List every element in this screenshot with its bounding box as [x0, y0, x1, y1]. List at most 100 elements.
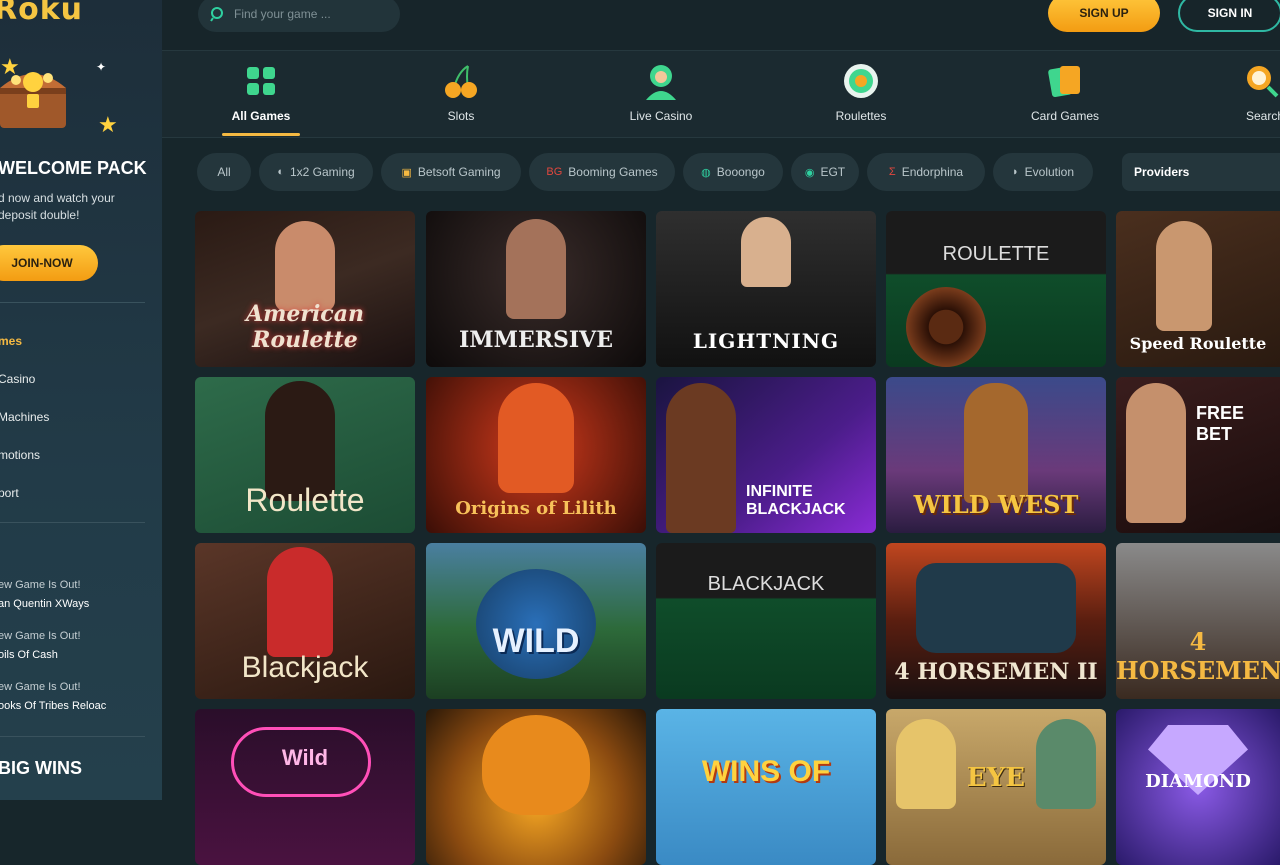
sidebar: Roku ★ ★ ✦ WELCOME PACK d now and watch …	[0, 0, 162, 800]
tab-all-games[interactable]: All Games	[206, 61, 316, 123]
welcome-pack-text: d now and watch your deposit double!	[0, 191, 115, 222]
cards-icon	[1045, 61, 1085, 101]
search-input[interactable]	[234, 7, 384, 21]
sparkle-icon: ★	[98, 112, 118, 137]
tab-slots[interactable]: Slots	[406, 61, 516, 123]
game-title: ROULETTE	[942, 243, 1050, 265]
news-item[interactable]: ew Game Is Out! ooks Of Tribes Reloac	[0, 678, 106, 716]
join-now-button[interactable]: JOIN-NOW	[0, 245, 98, 281]
search-box[interactable]	[198, 0, 400, 32]
game-tile[interactable]: Speed Roulette	[1116, 211, 1280, 367]
chip-all[interactable]: All	[197, 153, 251, 191]
game-tile[interactable]: WILD WEST	[886, 377, 1106, 533]
divider	[0, 522, 145, 523]
news-title: oils Of Cash	[0, 649, 58, 661]
game-tile[interactable]: FREE BET	[1116, 377, 1280, 533]
search-icon	[210, 7, 223, 22]
game-title: American Roulette	[246, 301, 364, 353]
game-tile[interactable]: 4 HORSEMEN	[1116, 543, 1280, 699]
game-tile[interactable]: BLACKJACK	[656, 543, 876, 699]
tab-label: Card Games	[1030, 109, 1100, 123]
sidebar-item-machines[interactable]: Machines	[0, 410, 49, 424]
sparkle-icon: ✦	[96, 60, 107, 74]
tab-label: Slots	[447, 109, 475, 123]
game-tile[interactable]	[426, 709, 646, 865]
game-title: IMMERSIVE	[458, 327, 614, 353]
tiger-figure	[482, 715, 590, 815]
game-tile[interactable]: ROULETTE	[886, 211, 1106, 367]
top-bar: SIGN UP SIGN IN	[162, 0, 1280, 50]
chip-label: Endorphina	[901, 165, 964, 179]
game-tile[interactable]: American Roulette	[195, 211, 415, 367]
chip-betsoft-gaming[interactable]: ▣ Betsoft Gaming	[381, 153, 521, 191]
cherries-icon	[441, 61, 481, 101]
divider	[0, 302, 145, 303]
provider-logo-icon: ◍	[701, 166, 711, 179]
game-tile[interactable]: 4 HORSEMEN II	[886, 543, 1106, 699]
game-title: BLACKJACK	[707, 573, 825, 595]
news-kicker: ew Game Is Out!	[0, 630, 81, 642]
tab-label: Live Casino	[629, 109, 693, 123]
chip-egt[interactable]: ◉ EGT	[791, 153, 859, 191]
category-bar: All Games Slots Live Casino Roulettes Ca…	[162, 50, 1280, 138]
game-title: WILD WEST	[913, 490, 1079, 519]
sidebar-item-promotions[interactable]: motions	[0, 448, 40, 462]
providers-dropdown[interactable]: Providers	[1122, 153, 1280, 191]
big-wins-title: BIG WINS	[0, 758, 82, 778]
search-icon	[1242, 61, 1280, 101]
game-tile[interactable]: LIGHTNING	[656, 211, 876, 367]
game-tile[interactable]: Wild	[195, 709, 415, 865]
game-title: Blackjack	[241, 651, 369, 684]
provider-logo-icon: ◉	[804, 166, 815, 179]
news-item[interactable]: ew Game Is Out! an Quentin XWays	[0, 576, 89, 614]
game-tile[interactable]: WINS OF	[656, 709, 876, 865]
sidebar-item-casino[interactable]: Casino	[0, 372, 35, 386]
roulette-icon	[841, 61, 881, 101]
chip-booongo[interactable]: ◍ Booongo	[683, 153, 783, 191]
news-item[interactable]: ew Game Is Out! oils Of Cash	[0, 627, 81, 665]
tab-label: Roulettes	[835, 109, 887, 123]
character-figure	[964, 383, 1028, 503]
tab-label: All Games	[231, 109, 291, 123]
provider-logo-icon: ◗	[1011, 166, 1019, 178]
game-tile[interactable]: INFINITE BLACKJACK	[656, 377, 876, 533]
game-title: 4 HORSEMEN II	[894, 659, 1098, 685]
divider	[0, 736, 145, 737]
game-tile[interactable]: EYE	[886, 709, 1106, 865]
tab-search[interactable]: Search	[1222, 61, 1280, 123]
game-title: Origins of Lilith	[455, 498, 617, 519]
provider-logo-icon: BG	[546, 166, 563, 178]
chip-evolution[interactable]: ◗ Evolution	[993, 153, 1093, 191]
brand-logo[interactable]: Roku	[0, 0, 83, 27]
chip-endorphina[interactable]: Σ Endorphina	[867, 153, 985, 191]
sidebar-item-games[interactable]: mes	[0, 334, 22, 348]
dealer-icon	[641, 61, 681, 101]
tab-label: Search	[1246, 109, 1280, 123]
game-tile[interactable]: Origins of Lilith	[426, 377, 646, 533]
game-title: 4 HORSEMEN	[1116, 627, 1280, 685]
game-title: LIGHTNING	[692, 329, 840, 353]
tab-live-casino[interactable]: Live Casino	[606, 61, 716, 123]
game-title: DIAMOND	[1145, 771, 1251, 792]
provider-logo-icon: ◐	[277, 166, 284, 178]
chip-1x2-gaming[interactable]: ◐ 1x2 Gaming	[259, 153, 373, 191]
sign-in-button[interactable]: SIGN IN	[1178, 0, 1280, 32]
game-title: WINS OF	[701, 755, 831, 788]
chip-label: All	[217, 165, 231, 179]
game-tile[interactable]: DIAMOND	[1116, 709, 1280, 865]
game-tile[interactable]: Blackjack	[195, 543, 415, 699]
dealer-figure	[267, 547, 333, 657]
roulette-wheel	[906, 287, 986, 367]
tab-roulettes[interactable]: Roulettes	[806, 61, 916, 123]
game-tile[interactable]: Roulette	[195, 377, 415, 533]
sidebar-item-support[interactable]: port	[0, 486, 19, 500]
game-tile[interactable]: IMMERSIVE	[426, 211, 646, 367]
sign-up-button[interactable]: SIGN UP	[1048, 0, 1160, 32]
game-title: Roulette	[245, 482, 365, 518]
game-title: INFINITE BLACKJACK	[746, 483, 846, 518]
chip-label: Betsoft Gaming	[417, 165, 501, 179]
chip-booming-games[interactable]: BG Booming Games	[529, 153, 675, 191]
chip-label: 1x2 Gaming	[289, 165, 355, 179]
tab-card-games[interactable]: Card Games	[1010, 61, 1120, 123]
game-tile[interactable]: WILD	[426, 543, 646, 699]
